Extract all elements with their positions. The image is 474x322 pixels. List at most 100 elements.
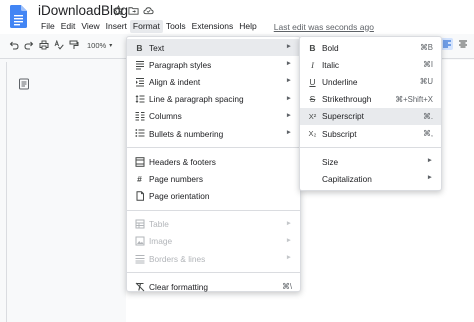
- clear-formatting-icon: [134, 281, 145, 292]
- text-submenu: B Bold ⌘B I Italic ⌘I U Underline ⌘U S S…: [299, 36, 442, 191]
- menu-item-label: Page numbers: [149, 173, 203, 184]
- text-menu-italic[interactable]: I Italic ⌘I: [300, 56, 441, 73]
- submenu-arrow-icon: ►: [426, 157, 433, 165]
- menu-file[interactable]: File: [38, 20, 58, 33]
- format-menu-borders-lines: Borders & lines ►: [127, 250, 300, 267]
- redo-button[interactable]: [23, 39, 35, 51]
- subscript-icon: X₂: [308, 128, 317, 138]
- text-menu-bold[interactable]: B Bold ⌘B: [300, 39, 441, 56]
- format-menu-columns[interactable]: Columns ►: [127, 108, 300, 125]
- menu-item-label: Underline: [322, 76, 358, 87]
- strikethrough-icon: S: [309, 94, 316, 105]
- shortcut-label: ⌘+Shift+X: [395, 94, 433, 104]
- star-icon[interactable]: [113, 4, 124, 16]
- menu-item-label: Strikethrough: [322, 94, 372, 105]
- text-menu-capitalization[interactable]: Capitalization ►: [300, 170, 441, 187]
- menu-item-label: Clear formatting: [149, 281, 209, 292]
- bold-icon: B: [309, 42, 316, 53]
- google-docs-logo-icon[interactable]: [10, 5, 27, 28]
- menu-item-label: Page orientation: [149, 191, 210, 202]
- menu-bar: File Edit View Insert Format Tools Exten…: [38, 20, 374, 33]
- shortcut-label: ⌘U: [419, 77, 433, 87]
- bullets-icon: [134, 128, 145, 139]
- undo-icon: [9, 41, 19, 50]
- submenu-arrow-icon: ►: [285, 128, 292, 136]
- print-icon: [39, 40, 49, 50]
- menu-edit[interactable]: Edit: [58, 20, 79, 33]
- line-spacing-icon: [134, 94, 145, 105]
- menu-help[interactable]: Help: [236, 20, 259, 33]
- columns-icon: [134, 111, 145, 122]
- zoom-value: 100%: [87, 40, 107, 50]
- format-menu-paragraph-styles[interactable]: Paragraph styles ►: [127, 56, 300, 73]
- text-menu-strikethrough[interactable]: S Strikethrough ⌘+Shift+X: [300, 91, 441, 108]
- menu-item-label: Capitalization: [322, 173, 372, 184]
- menu-separator: [127, 272, 300, 274]
- menu-item-label: Paragraph styles: [149, 59, 212, 70]
- format-menu: B Text ► Paragraph styles ► Align & inde…: [126, 36, 301, 292]
- spellcheck-icon: [54, 40, 64, 50]
- align-left-icon: [443, 40, 451, 48]
- submenu-arrow-icon: ►: [426, 174, 433, 182]
- align-indent-icon: [134, 76, 145, 87]
- text-menu-size[interactable]: Size ►: [300, 153, 441, 170]
- paint-format-icon: [69, 40, 79, 49]
- last-edit-link[interactable]: Last edit was seconds ago: [274, 22, 374, 32]
- format-menu-text[interactable]: B Text ►: [127, 39, 300, 57]
- borders-lines-icon: [134, 253, 145, 264]
- page-numbers-icon: #: [137, 173, 142, 184]
- submenu-arrow-icon: ►: [285, 60, 292, 68]
- format-menu-image: Image ►: [127, 233, 300, 250]
- align-center-icon: [459, 40, 467, 48]
- paint-format-button[interactable]: [68, 39, 80, 51]
- menu-tools[interactable]: Tools: [163, 20, 189, 33]
- align-center-button[interactable]: [457, 38, 469, 50]
- text-menu-underline[interactable]: U Underline ⌘U: [300, 73, 441, 90]
- title-actions: [113, 3, 154, 17]
- superscript-icon: X²: [308, 111, 317, 121]
- menu-item-label: Borders & lines: [149, 253, 206, 264]
- submenu-arrow-icon: ►: [285, 111, 292, 119]
- menu-insert[interactable]: Insert: [103, 20, 130, 33]
- menu-view[interactable]: View: [78, 20, 102, 33]
- menu-item-label: Bold: [322, 42, 339, 53]
- headers-footers-icon: [134, 156, 145, 167]
- redo-icon: [24, 41, 34, 50]
- submenu-arrow-icon: ►: [285, 219, 292, 227]
- print-button[interactable]: [38, 39, 50, 51]
- shortcut-label: ⌘I: [423, 60, 433, 70]
- format-menu-line-spacing[interactable]: Line & paragraph spacing ►: [127, 91, 300, 108]
- format-menu-headers-footers[interactable]: Headers & footers: [127, 153, 300, 170]
- format-menu-page-orientation[interactable]: Page orientation: [127, 188, 300, 205]
- page-orientation-icon: [134, 191, 145, 202]
- menu-format[interactable]: Format: [129, 20, 163, 33]
- text-menu-superscript[interactable]: X² Superscript ⌘.: [300, 107, 441, 125]
- format-menu-table: Table ►: [127, 216, 300, 233]
- shortcut-label: ⌘.: [423, 111, 433, 121]
- bold-b-icon: B: [136, 42, 143, 53]
- document-outline-icon[interactable]: [18, 78, 30, 90]
- submenu-arrow-icon: ►: [285, 94, 292, 102]
- align-left-button[interactable]: [441, 38, 453, 50]
- cloud-saved-icon[interactable]: [143, 5, 154, 16]
- format-menu-clear-formatting[interactable]: Clear formatting ⌘\: [127, 278, 300, 295]
- menu-item-label: Bullets & numbering: [149, 128, 224, 139]
- submenu-arrow-icon: ►: [285, 254, 292, 262]
- format-menu-bullets-numbering[interactable]: Bullets & numbering ►: [127, 125, 300, 142]
- menu-separator: [300, 147, 441, 149]
- menu-separator: [127, 147, 300, 149]
- format-menu-align-indent[interactable]: Align & indent ►: [127, 73, 300, 90]
- shortcut-label: ⌘B: [420, 43, 433, 52]
- menu-separator: [127, 209, 300, 211]
- left-ruler: [6, 62, 7, 322]
- spellcheck-button[interactable]: [53, 39, 65, 51]
- submenu-arrow-icon: ►: [285, 43, 292, 50]
- undo-button[interactable]: [8, 39, 20, 51]
- menu-item-label: Table: [149, 219, 169, 230]
- move-folder-icon[interactable]: [128, 5, 139, 16]
- zoom-select[interactable]: 100% ▾: [87, 41, 112, 50]
- table-icon: [134, 219, 145, 230]
- format-menu-page-numbers[interactable]: # Page numbers: [127, 170, 300, 187]
- menu-extensions[interactable]: Extensions: [189, 20, 237, 33]
- text-menu-subscript[interactable]: X₂ Subscript ⌘,: [300, 125, 441, 142]
